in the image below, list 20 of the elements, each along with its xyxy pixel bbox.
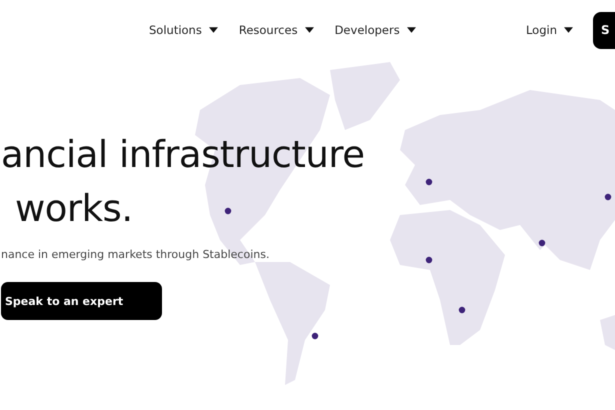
login-link[interactable]: Login (526, 23, 573, 37)
cta-button[interactable]: S (593, 12, 615, 48)
caret-icon (564, 27, 573, 33)
location-pin (426, 178, 432, 186)
location-pin (458, 306, 466, 314)
hero-subtitle: nance in emerging markets through Stablecoins. (1, 248, 270, 261)
nav-menu-link[interactable]: Solutions (149, 23, 218, 37)
location-pin (312, 332, 318, 340)
nav-menu-link[interactable]: Resources (238, 23, 314, 37)
location-pin (224, 208, 232, 214)
location-pin (426, 256, 432, 264)
location-pin (538, 240, 546, 246)
location-pin (604, 194, 612, 200)
caret-icon (208, 27, 218, 33)
caret-icon (406, 27, 416, 33)
speak-to-expert-button[interactable]: Speak to an expert (1, 282, 162, 320)
caret-icon (304, 27, 314, 33)
hero-headline: ancial infrastructure (1, 132, 365, 178)
hero-headline: works. (14, 186, 133, 232)
nav-menu-link[interactable]: Developers (334, 23, 416, 37)
